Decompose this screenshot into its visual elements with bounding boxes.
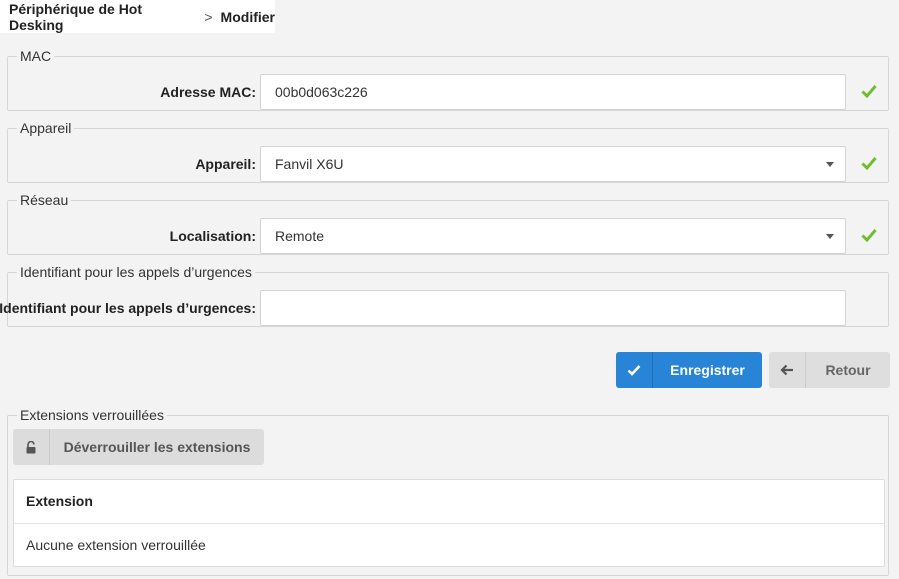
location-label: Localisation: [169,228,256,244]
breadcrumb-parent[interactable]: Périphérique de Hot Desking [9,1,194,33]
mac-address-input[interactable]: 00b0d063c226 [260,74,846,110]
device-section: Appareil Appareil: Fanvil X6U [7,121,889,183]
network-legend: Réseau [20,192,69,208]
network-row: Localisation: Remote [8,218,888,254]
caret-down-icon [826,234,834,239]
caret-down-icon [826,162,834,167]
back-button[interactable]: Retour [769,352,890,388]
save-button[interactable]: Enregistrer [616,352,762,388]
location-select[interactable]: Remote [260,218,846,254]
breadcrumb-separator: > [204,8,213,25]
locked-extensions-table: Extension Aucune extension verrouillée [13,479,885,567]
valid-check-icon [861,157,877,170]
locked-extensions-legend: Extensions verrouillées [20,407,164,423]
valid-check-icon [861,229,877,242]
device-row: Appareil: Fanvil X6U [8,146,888,182]
breadcrumb-current: Modifier [220,8,275,25]
unlock-extensions-button[interactable]: Déverrouiller les extensions [13,429,264,465]
mac-legend: MAC [20,48,52,64]
empty-table-message: Aucune extension verrouillée [26,537,206,553]
unlock-extensions-label: Déverrouiller les extensions [63,439,251,455]
device-label: Appareil: [195,156,256,172]
location-select-value: Remote [275,228,325,244]
valid-check-icon [861,85,877,98]
device-select[interactable]: Fanvil X6U [260,146,846,182]
device-select-value: Fanvil X6U [275,156,344,172]
unlock-icon [13,429,50,465]
extension-column-header[interactable]: Extension [14,480,884,524]
device-legend: Appareil [20,120,72,136]
save-button-label: Enregistrer [670,362,745,378]
emergency-legend: Identifiant pour les appels d’urgences [20,264,252,280]
mac-label: Adresse MAC: [160,84,256,100]
emergency-row: Identifiant pour les appels d’urgences: [0,290,888,326]
emergency-label: Identifiant pour les appels d’urgences: [0,300,256,316]
emergency-section: Identifiant pour les appels d’urgences I… [0,264,889,327]
back-button-label: Retour [825,362,871,378]
network-section: Réseau Localisation: Remote [7,193,889,255]
breadcrumb: Périphérique de Hot Desking > Modifier [0,0,275,33]
arrow-left-icon [769,352,806,388]
mac-section: MAC Adresse MAC: 00b0d063c226 [7,49,889,111]
mac-row: Adresse MAC: 00b0d063c226 [8,74,888,110]
check-icon [616,352,653,388]
emergency-id-input[interactable] [260,290,846,326]
